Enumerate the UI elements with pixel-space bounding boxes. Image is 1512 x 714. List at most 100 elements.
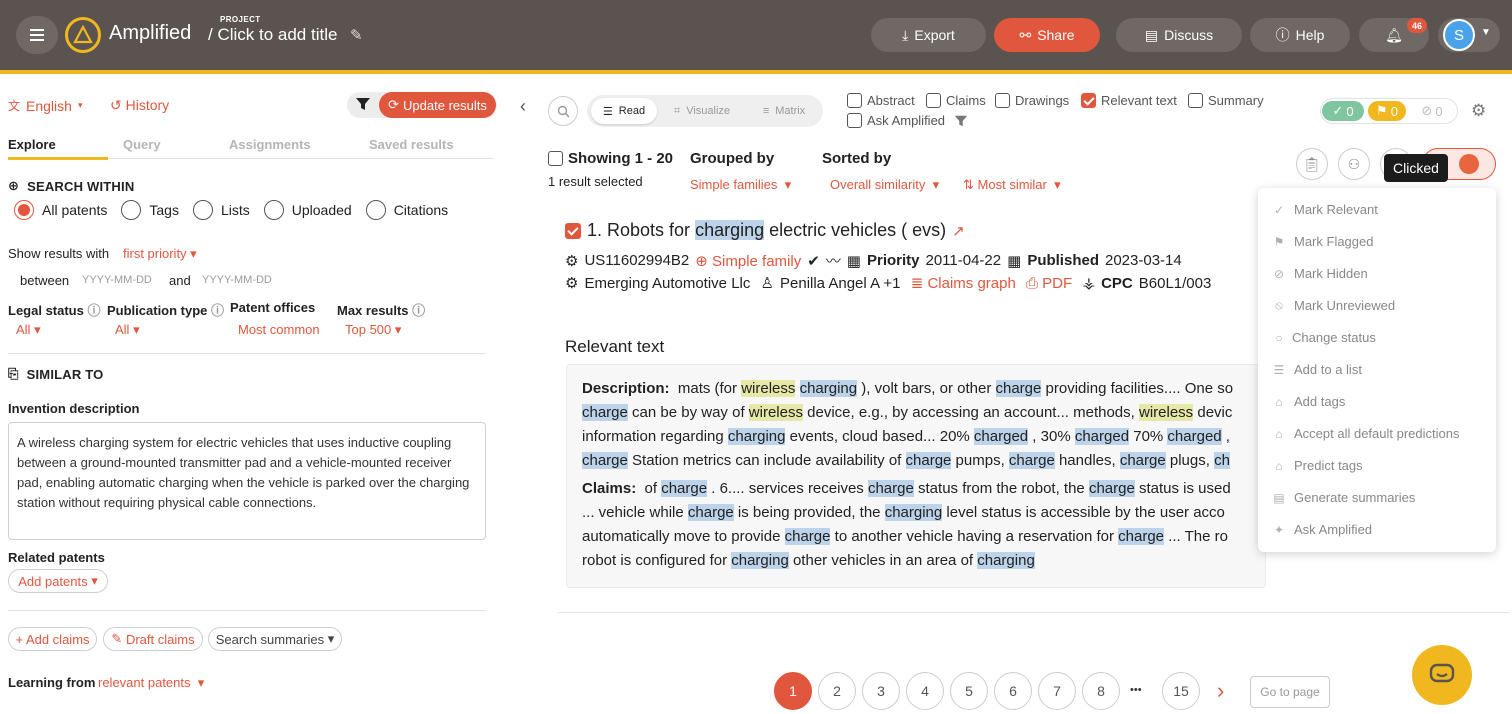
calendar-icon: ▦ [1007,252,1022,270]
flagged-count[interactable]: ⚑ 0 [1368,101,1406,121]
tab-query[interactable]: Query [123,137,161,152]
option-summary[interactable]: Summary [1188,93,1264,108]
collapse-left-panel-icon[interactable]: ‹ [520,96,526,117]
eye-slash-icon: ⊘ [1421,103,1433,118]
sorted-by-dropdown[interactable]: Overall similarity ▾ [830,177,939,193]
patent-number[interactable]: US11602994B2 [584,252,689,269]
menu-item-change-status[interactable]: ○ Change status [1274,330,1375,345]
share-icon: ⚯ [1019,26,1032,43]
menu-item-accept-predictions[interactable]: ⌂ Accept all default predictions [1272,426,1459,441]
select-all-checkbox[interactable]: Showing 1 - 20 [548,150,673,167]
history-link[interactable]: ↺ History [110,97,169,114]
radio-uploaded[interactable]: Uploaded [263,200,352,220]
next-page-icon[interactable]: › [1217,678,1224,704]
radio-all-patents[interactable]: All patents [14,200,107,220]
radio-lists[interactable]: Lists [192,200,250,220]
add-patents-button[interactable]: Add patents ▾ [8,569,108,593]
project-title[interactable]: / Click to add title [208,25,337,45]
discuss-button[interactable]: ▤ Discuss [1116,18,1242,52]
tab-explore[interactable]: Explore [8,137,56,152]
legal-status-dropdown[interactable]: All ▾ [16,322,41,338]
start-date-input[interactable]: YYYY-MM-DD [82,274,152,286]
page-button[interactable]: 3 [862,672,900,710]
verified-icon: ✔ [807,252,820,270]
result-checkbox[interactable] [565,222,581,239]
menu-item-mark-flagged[interactable]: ⚑ Mark Flagged [1272,234,1374,249]
view-matrix-button[interactable]: ≡ Matrix [749,98,819,124]
publication-type-dropdown[interactable]: All ▾ [115,322,140,338]
and-label: and [169,273,191,288]
option-ask-amplified[interactable]: Ask Amplified [847,113,968,128]
page-button[interactable]: 7 [1038,672,1076,710]
view-read-button[interactable]: ☰ Read [591,98,657,124]
menu-item-mark-unreviewed[interactable]: ⦸ Mark Unreviewed [1272,298,1395,313]
export-button[interactable]: ⤓ Export [871,18,986,52]
view-visualize-button[interactable]: ⌗ Visualize [665,98,739,124]
menu-item-predict-tags[interactable]: ⌂ Predict tags [1272,458,1362,473]
publication-type-label: Publication type ⓘ [107,303,225,318]
relevant-count[interactable]: ✓ 0 [1322,101,1364,121]
priority-dropdown[interactable]: first priority ▾ [123,246,197,262]
pdf-link[interactable]: ⎙ PDF [1022,275,1072,292]
sort-icon: ⇅ [963,177,974,192]
chevron-down-icon[interactable]: ▼ [1481,27,1491,38]
menu-item-generate-summaries[interactable]: ▤ Generate summaries [1272,490,1415,505]
search-within-options: All patents Tags Lists Uploaded Citation… [14,200,462,220]
option-drawings[interactable]: Drawings [995,93,1069,108]
option-relevant-text[interactable]: Relevant text [1081,93,1177,108]
hidden-count[interactable]: ⊘ 0 [1412,101,1452,121]
help-button[interactable]: ⓘ Help [1250,18,1350,52]
simple-family-link[interactable]: ⊕ Simple family [695,252,801,270]
page-button[interactable]: 6 [994,672,1032,710]
page-button[interactable]: 5 [950,672,988,710]
edit-pencil-icon[interactable]: ✎ [350,26,363,44]
page-button[interactable]: 8 [1082,672,1120,710]
history-icon: ↺ [110,97,122,113]
page-button[interactable]: 2 [818,672,856,710]
menu-button[interactable] [16,16,58,54]
avatar[interactable]: S [1443,19,1475,51]
add-claims-button[interactable]: + Add claims [8,627,97,651]
assign-button[interactable]: ⚇ [1338,148,1370,180]
menu-item-ask-amplified[interactable]: ✦ Ask Amplified [1272,522,1372,537]
page-button[interactable]: 1 [774,672,812,710]
patent-offices-dropdown[interactable]: Most common [238,322,320,337]
radio-citations[interactable]: Citations [365,200,448,220]
assign-icon: ⚇ [1347,155,1361,172]
max-results-dropdown[interactable]: Top 500 ▾ [345,322,401,338]
update-results-button[interactable]: ⟳ Update results [379,92,496,118]
search-results-button[interactable] [548,96,578,126]
share-button[interactable]: ⚯ Share [994,18,1100,52]
sort-order-dropdown[interactable]: ⇅ Most similar ▾ [963,177,1061,193]
tab-assignments[interactable]: Assignments [229,137,311,152]
tag-icon: ⌂ [1275,458,1283,473]
view-mode-switch: ☰ Read ⌗ Visualize ≡ Matrix [587,95,823,127]
claims-graph-link[interactable]: ≣ Claims graph [907,274,1016,292]
option-claims[interactable]: Claims [926,93,986,108]
settings-gear-icon[interactable]: ⚙ [1471,101,1486,121]
filter-icon[interactable] [355,96,371,112]
grouped-by-dropdown[interactable]: Simple families ▾ [690,177,791,193]
menu-item-add-tags[interactable]: ⌂ Add tags [1272,394,1345,409]
menu-item-add-to-list[interactable]: ☰ Add to a list [1272,362,1362,377]
language-selector[interactable]: 文 English ▾ [8,97,82,114]
left-tabs: Explore Query Assignments Saved results [8,137,494,159]
invention-description-field[interactable]: A wireless charging system for electric … [8,422,486,540]
result-title[interactable]: 1. Robots for charging electric vehicles… [565,220,965,241]
page-button[interactable]: 15 [1162,672,1200,710]
radio-tags[interactable]: Tags [121,200,179,220]
end-date-input[interactable]: YYYY-MM-DD [202,274,272,286]
search-summaries-button[interactable]: Search summaries ▾ [208,627,342,651]
option-abstract[interactable]: Abstract [847,93,915,108]
menu-item-mark-hidden[interactable]: ⊘ Mark Hidden [1272,266,1368,281]
learning-from-dropdown[interactable]: relevant patents ▾ [98,675,204,691]
tab-saved-results[interactable]: Saved results [369,137,454,152]
menu-item-mark-relevant[interactable]: ✓ Mark Relevant [1272,202,1378,217]
export-selected-button[interactable]: 📋︎ [1296,148,1328,180]
page-button[interactable]: 4 [906,672,944,710]
draft-claims-button[interactable]: ✎ Draft claims [103,627,203,651]
external-link-icon[interactable]: ↗ [952,222,965,240]
chat-support-button[interactable] [1412,645,1472,705]
legal-status-label: Legal status ⓘ [8,303,101,318]
go-to-page-input[interactable]: Go to page [1250,676,1330,708]
